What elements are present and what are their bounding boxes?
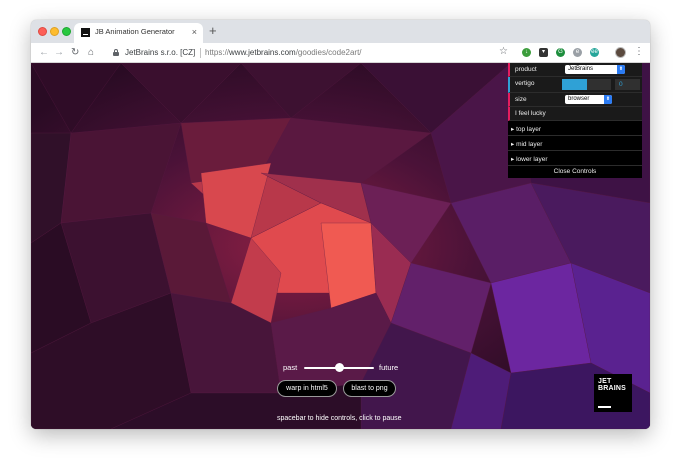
jetbrains-favicon-icon xyxy=(81,28,90,37)
url-scheme: https:// xyxy=(205,48,230,57)
tab-close-icon[interactable]: × xyxy=(192,26,197,38)
product-control: product JetBrains ⬍ xyxy=(508,63,642,77)
browser-tab[interactable]: JB Animation Generator × xyxy=(74,23,203,43)
profile-avatar[interactable] xyxy=(615,47,626,58)
home-icon[interactable]: ⌂ xyxy=(88,46,94,59)
tab-strip: JB Animation Generator × + xyxy=(31,20,650,43)
select-arrow-icon: ⬍ xyxy=(604,95,612,104)
timeline-past-label: past xyxy=(283,363,298,372)
tab-title: JB Animation Generator xyxy=(95,27,175,36)
ublock-extension-icon[interactable]: ee xyxy=(590,48,599,57)
timeline-future-label: future xyxy=(379,363,399,372)
pocket-extension-icon[interactable]: ▾ xyxy=(539,48,548,57)
animation-controls-panel: product JetBrains ⬍ vertigo 0 size brows… xyxy=(508,63,642,178)
folder-lower-layer[interactable]: ▸ lower layer xyxy=(508,151,642,166)
bookmark-star-icon[interactable]: ☆ xyxy=(499,46,508,57)
window-close-button[interactable] xyxy=(38,27,47,36)
back-icon[interactable]: ← xyxy=(39,46,49,59)
browser-window: JB Animation Generator × + ← → ↻ ⌂ JetBr… xyxy=(31,20,650,429)
size-label: size xyxy=(515,96,527,103)
address-bar[interactable]: JetBrains s.r.o. [CZ] https://www.jetbra… xyxy=(105,45,517,61)
warp-in-html5-button[interactable]: warp in html5 xyxy=(277,380,337,397)
reload-icon[interactable]: ↻ xyxy=(71,46,79,59)
forward-icon[interactable]: → xyxy=(54,46,64,59)
close-controls-button[interactable]: Close Controls xyxy=(508,166,642,178)
browser-menu-icon[interactable]: ⋮ xyxy=(634,45,644,59)
timeline-slider-thumb[interactable] xyxy=(334,363,344,372)
browser-toolbar: ← → ↻ ⌂ JetBrains s.r.o. [CZ] https://ww… xyxy=(31,43,650,63)
site-identity-label[interactable]: JetBrains s.r.o. [CZ] xyxy=(125,48,195,57)
feel-lucky-button[interactable]: I feel lucky xyxy=(508,107,642,121)
folder-label: ▸ top layer xyxy=(511,126,541,133)
lock-icon[interactable] xyxy=(113,49,119,56)
size-control: size browser ⬍ xyxy=(508,93,642,107)
vertigo-control: vertigo 0 xyxy=(508,77,642,93)
url-host: www.jetbrains.com xyxy=(229,48,296,57)
folder-mid-layer[interactable]: ▸ mid layer xyxy=(508,136,642,151)
code2art-canvas[interactable]: product JetBrains ⬍ vertigo 0 size brows… xyxy=(31,63,650,429)
product-select[interactable]: JetBrains ⬍ xyxy=(565,65,625,74)
keyboard-hint: spacebar to hide controls, click to paus… xyxy=(277,415,402,422)
vertigo-number-input[interactable]: 0 xyxy=(615,79,640,90)
feel-lucky-label: I feel lucky xyxy=(515,110,546,117)
window-minimize-button[interactable] xyxy=(50,27,59,36)
vertigo-slider-fill xyxy=(562,79,588,90)
timeline-control: past future xyxy=(283,362,403,374)
grammarly-extension-icon[interactable]: G xyxy=(556,48,565,57)
address-divider xyxy=(200,48,201,58)
product-select-value: JetBrains xyxy=(568,66,594,72)
url-path: /goodies/code2art/ xyxy=(295,48,362,57)
size-select-value: browser xyxy=(568,96,590,102)
select-arrow-icon: ⬍ xyxy=(617,65,625,74)
folder-label: ▸ mid layer xyxy=(511,141,543,148)
vertigo-label: vertigo xyxy=(515,80,535,87)
product-label: product xyxy=(515,66,537,73)
logo-line-1: JET xyxy=(598,378,612,385)
vertigo-slider[interactable] xyxy=(562,79,611,90)
download-extension-icon[interactable]: ↓ xyxy=(522,48,531,57)
blast-to-png-button[interactable]: blast to png xyxy=(343,380,396,397)
logo-line-2: BRAINS xyxy=(598,385,627,392)
translate-extension-icon[interactable]: e xyxy=(573,48,582,57)
size-select[interactable]: browser ⬍ xyxy=(565,95,612,104)
jetbrains-logo: JET BRAINS xyxy=(594,374,632,412)
logo-bar xyxy=(598,406,611,408)
folder-label: ▸ lower layer xyxy=(511,156,548,163)
url-text[interactable]: https://www.jetbrains.com/goodies/code2a… xyxy=(205,48,362,57)
new-tab-button[interactable]: + xyxy=(209,23,217,39)
window-maximize-button[interactable] xyxy=(62,27,71,36)
folder-top-layer[interactable]: ▸ top layer xyxy=(508,121,642,136)
